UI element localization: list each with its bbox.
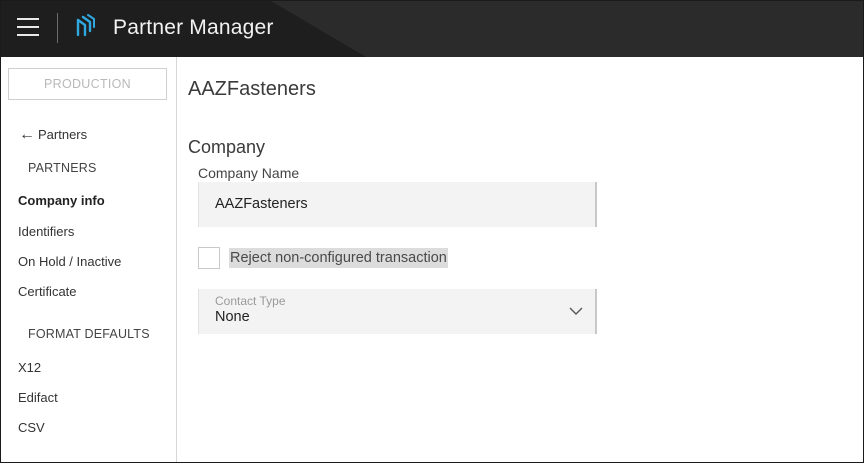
app-title: Partner Manager (113, 16, 274, 39)
sidebar-item-x12[interactable]: X12 (18, 360, 41, 375)
sidebar-item-company-info[interactable]: Company info (18, 193, 105, 208)
reject-non-configured-checkbox[interactable] (198, 247, 220, 269)
arrow-left-icon: ← (19, 125, 35, 143)
sidebar-item-edifact[interactable]: Edifact (18, 390, 58, 405)
sidebar-section-partners: PARTNERS (28, 161, 97, 175)
hamburger-menu-icon[interactable] (17, 18, 39, 38)
back-link-label: Partners (38, 127, 88, 142)
main-content: AAZFasteners Company Company Name AAZFas… (178, 57, 863, 462)
sidebar-section-format-defaults: FORMAT DEFAULTS (28, 327, 150, 341)
top-bar-shade (271, 1, 863, 57)
company-name-label: Company Name (198, 165, 300, 181)
chevron-down-icon (569, 307, 583, 315)
sidebar-item-on-hold-inactive[interactable]: On Hold / Inactive (18, 254, 121, 269)
page-title: AAZFasteners (188, 78, 316, 100)
contact-type-placeholder: Contact Type (215, 294, 286, 308)
sidebar-item-csv[interactable]: CSV (18, 420, 45, 435)
sidebar-item-certificate[interactable]: Certificate (18, 284, 77, 299)
environment-selector[interactable]: PRODUCTION (8, 68, 167, 100)
back-to-partners-link[interactable]: ← Partners (19, 125, 88, 143)
partner-manager-logo-icon (76, 14, 95, 37)
contact-type-select[interactable]: Contact Type None (198, 289, 597, 334)
sidebar-item-identifiers[interactable]: Identifiers (18, 224, 74, 239)
top-bar: Partner Manager (1, 1, 863, 57)
contact-type-value: None (215, 309, 250, 325)
section-title-company: Company (188, 137, 266, 157)
reject-non-configured-label[interactable]: Reject non-configured transaction (229, 248, 448, 268)
company-name-value: AAZFasteners (215, 196, 308, 212)
top-bar-divider (57, 13, 58, 43)
app-window: Partner Manager PRODUCTION ← Partners PA… (0, 0, 864, 463)
company-name-field[interactable]: AAZFasteners (198, 182, 597, 227)
sidebar: PRODUCTION ← Partners PARTNERS Company i… (1, 57, 177, 462)
